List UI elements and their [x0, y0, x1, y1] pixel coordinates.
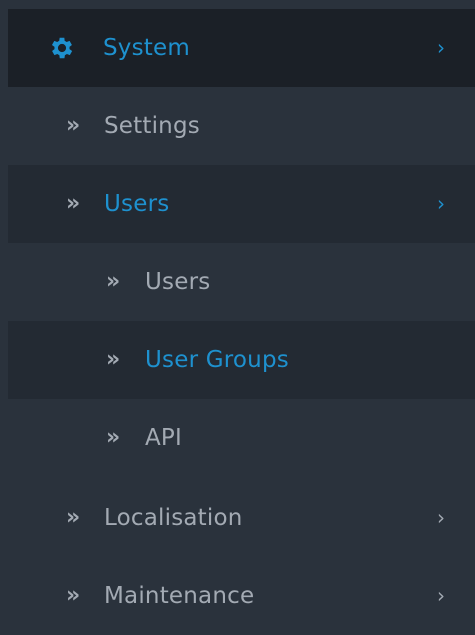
chevron-right-icon: › — [437, 191, 445, 216]
menu-item-label: Maintenance — [104, 583, 255, 609]
submenu-item-users[interactable]: » Users — [8, 243, 475, 321]
menu-item-label: Settings — [104, 113, 200, 139]
gear-icon — [51, 37, 73, 59]
submenu-item-api[interactable]: » API — [8, 399, 475, 477]
menu-system-label: System — [103, 35, 190, 61]
sidebar-menu: System › » Settings » Users › » Users » … — [0, 0, 475, 635]
chevron-right-icon: › — [437, 35, 445, 60]
double-chevron-right-icon: » — [66, 505, 81, 530]
menu-item-users[interactable]: » Users › — [8, 165, 475, 243]
menu-item-maintenance[interactable]: » Maintenance › — [8, 557, 475, 635]
chevron-right-icon: › — [437, 583, 445, 608]
menu-item-label: Users — [104, 191, 170, 217]
menu-item-label: Localisation — [104, 505, 243, 531]
menu-item-label: Users — [145, 269, 211, 295]
double-chevron-right-icon: » — [106, 347, 121, 372]
chevron-right-icon: › — [437, 505, 445, 530]
double-chevron-right-icon: » — [66, 583, 81, 608]
double-chevron-right-icon: » — [66, 191, 81, 216]
submenu-item-user-groups[interactable]: » User Groups — [8, 321, 475, 399]
menu-item-label: API — [145, 425, 182, 451]
menu-item-localisation[interactable]: » Localisation › — [8, 479, 475, 557]
menu-item-label: User Groups — [145, 347, 289, 373]
double-chevron-right-icon: » — [106, 269, 121, 294]
double-chevron-right-icon: » — [106, 425, 121, 450]
double-chevron-right-icon: » — [66, 113, 81, 138]
menu-item-settings[interactable]: » Settings — [8, 87, 475, 165]
menu-system[interactable]: System › — [8, 9, 475, 87]
